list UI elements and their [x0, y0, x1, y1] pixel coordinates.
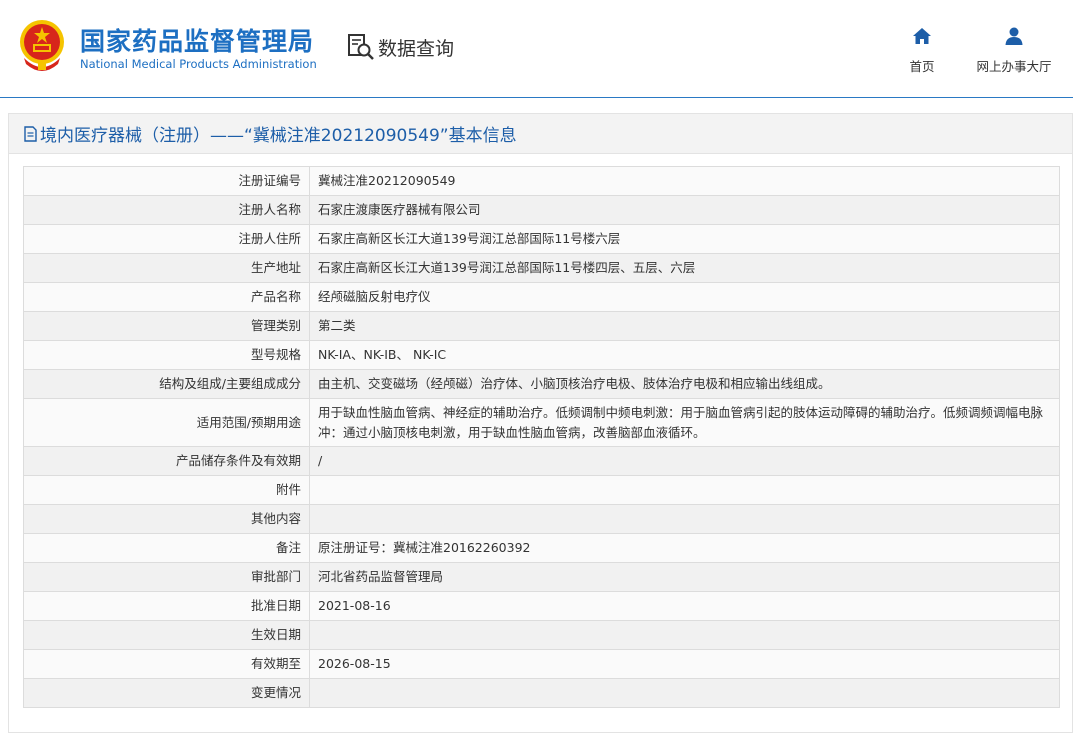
table-row: 附件	[23, 475, 1060, 505]
logo-en-text: National Medical Products Administration	[80, 57, 317, 71]
panel-title-bar: 境内医疗器械（注册）——“冀械注准20212090549”基本信息	[9, 114, 1072, 154]
row-value: 石家庄渡康医疗器械有限公司	[309, 195, 1060, 225]
data-query-label: 数据查询	[378, 37, 455, 60]
user-icon	[1005, 27, 1023, 45]
table-row: 生产地址 石家庄高新区长江大道139号润江总部国际11号楼四层、五层、六层	[23, 253, 1060, 283]
national-emblem-icon	[20, 20, 64, 71]
row-label: 结构及组成/主要组成成分	[23, 369, 310, 399]
row-label: 变更情况	[23, 678, 310, 708]
nav-home-link[interactable]: 首页	[902, 26, 942, 75]
document-icon	[24, 125, 37, 142]
row-label: 型号规格	[23, 340, 310, 370]
home-icon	[913, 28, 931, 44]
row-value: NK-IA、NK-IB、 NK-IC	[309, 340, 1060, 370]
row-label: 备注	[23, 533, 310, 563]
table-row: 有效期至 2026-08-15	[23, 649, 1060, 679]
table-row: 型号规格 NK-IA、NK-IB、 NK-IC	[23, 340, 1060, 370]
panel-title: 境内医疗器械（注册）——“冀械注准20212090549”基本信息	[40, 126, 517, 146]
logo-cn-text: 国家药品监督管理局	[80, 27, 315, 56]
row-label: 有效期至	[23, 649, 310, 679]
row-label: 审批部门	[23, 562, 310, 592]
row-value: 冀械注准20212090549	[309, 166, 1060, 196]
table-row: 变更情况	[23, 678, 1060, 708]
row-label: 注册人名称	[23, 195, 310, 225]
row-value: 由主机、交变磁场（经颅磁）治疗体、小脑顶核治疗电极、肢体治疗电极和相应输出线组成…	[309, 369, 1060, 399]
detail-table: 注册证编号 冀械注准20212090549 注册人名称 石家庄渡康医疗器械有限公司 …	[23, 166, 1060, 708]
row-value	[309, 678, 1060, 708]
row-label: 适用范围/预期用途	[23, 398, 310, 447]
row-label: 产品名称	[23, 282, 310, 312]
nav-online-hall-link[interactable]: 网上办事大厅	[970, 26, 1058, 75]
row-label: 注册证编号	[23, 166, 310, 196]
table-row: 批准日期 2021-08-16	[23, 591, 1060, 621]
table-row: 注册人住所 石家庄高新区长江大道139号润江总部国际11号楼六层	[23, 224, 1060, 254]
table-row: 其他内容	[23, 504, 1060, 534]
row-value: 用于缺血性脑血管病、神经症的辅助治疗。低频调制中频电刺激：用于脑血管病引起的肢体…	[309, 398, 1060, 447]
row-label: 产品储存条件及有效期	[23, 446, 310, 476]
row-value: 河北省药品监督管理局	[309, 562, 1060, 592]
row-label: 其他内容	[23, 504, 310, 534]
table-row: 产品储存条件及有效期 /	[23, 446, 1060, 476]
row-value: 2021-08-16	[309, 591, 1060, 621]
row-label: 管理类别	[23, 311, 310, 341]
row-value	[309, 620, 1060, 650]
row-label: 附件	[23, 475, 310, 505]
row-value: 石家庄高新区长江大道139号润江总部国际11号楼六层	[309, 224, 1060, 254]
table-row: 注册人名称 石家庄渡康医疗器械有限公司	[23, 195, 1060, 225]
row-value	[309, 475, 1060, 505]
row-value: 原注册证号：冀械注准20162260392	[309, 533, 1060, 563]
nav-online-hall-label: 网上办事大厅	[976, 59, 1052, 74]
site-header: 国家药品监督管理局 National Medical Products Admi…	[0, 0, 1073, 98]
row-value: 石家庄高新区长江大道139号润江总部国际11号楼四层、五层、六层	[309, 253, 1060, 283]
table-row: 备注 原注册证号：冀械注准20162260392	[23, 533, 1060, 563]
table-row: 生效日期	[23, 620, 1060, 650]
row-value: 经颅磁脑反射电疗仪	[309, 282, 1060, 312]
table-row: 结构及组成/主要组成成分 由主机、交变磁场（经颅磁）治疗体、小脑顶核治疗电极、肢体…	[23, 369, 1060, 399]
detail-panel: 境内医疗器械（注册）——“冀械注准20212090549”基本信息 注册证编号冀…	[8, 113, 1073, 733]
table-row: 注册证编号 冀械注准20212090549	[23, 166, 1060, 196]
table-row: 审批部门 河北省药品监督管理局	[23, 562, 1060, 592]
document-search-icon	[348, 34, 374, 60]
row-label: 注册人住所	[23, 224, 310, 254]
data-query-link[interactable]: 数据查询	[346, 32, 454, 62]
table-row: 产品名称 经颅磁脑反射电疗仪	[23, 282, 1060, 312]
table-row: 管理类别 第二类	[23, 311, 1060, 341]
table-row: 适用范围/预期用途 用于缺血性脑血管病、神经症的辅助治疗。低频调制中频电刺激：用于…	[23, 398, 1060, 447]
nav-home-label: 首页	[909, 59, 935, 74]
row-value: /	[309, 446, 1060, 476]
row-label: 批准日期	[23, 591, 310, 621]
row-label: 生产地址	[23, 253, 310, 283]
row-label: 生效日期	[23, 620, 310, 650]
row-value	[309, 504, 1060, 534]
row-value: 第二类	[309, 311, 1060, 341]
row-value: 2026-08-15	[309, 649, 1060, 679]
